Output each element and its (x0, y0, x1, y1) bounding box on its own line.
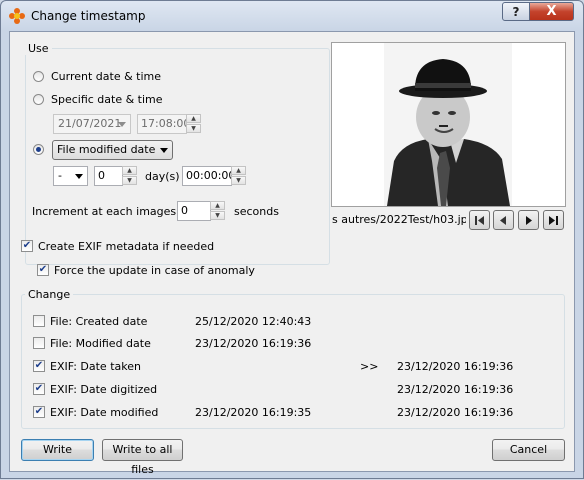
title-bar[interactable]: Change timestamp ? X (1, 1, 583, 31)
previous-icon (500, 216, 506, 225)
change-row-label: File: Modified date (50, 337, 151, 350)
exif-date-digitized-checkbox[interactable]: ✔ (33, 383, 45, 395)
radio-specific-label: Specific date & time (51, 93, 163, 106)
offset-time-field[interactable]: 00:00:00 (182, 166, 232, 186)
chevron-down-icon (118, 122, 126, 127)
change-row-label: EXIF: Date modified (50, 406, 159, 419)
nav-last-button[interactable] (543, 210, 564, 230)
change-row-current: 25/12/2020 12:40:43 (195, 315, 312, 328)
offset-time-stepper[interactable]: ▲ ▼ (231, 166, 246, 186)
force-update-checkbox[interactable]: ✔ (37, 264, 49, 276)
offset-days-field[interactable]: 0 (94, 166, 123, 186)
chevron-down-icon (75, 174, 83, 179)
increment-stepper[interactable]: ▲ ▼ (210, 201, 225, 221)
stepper-down-icon[interactable]: ▼ (122, 176, 137, 185)
specific-date-picker[interactable]: 21/07/2021 (53, 114, 131, 134)
last-icon (549, 216, 558, 225)
image-preview (331, 42, 566, 207)
created-date-checkbox[interactable] (33, 315, 45, 327)
change-row-new: 23/12/2020 16:19:36 (397, 406, 514, 419)
radio-specific-datetime[interactable] (33, 94, 44, 105)
chevron-down-icon (160, 148, 168, 153)
nav-next-button[interactable] (518, 210, 539, 230)
cancel-button[interactable]: Cancel (492, 439, 565, 461)
create-exif-checkbox[interactable]: ✔ (21, 240, 33, 252)
offset-sign-select[interactable]: - (53, 166, 88, 186)
dialog-window: Change timestamp ? X Use Current date & … (0, 0, 584, 479)
create-exif-label: Create EXIF metadata if needed (38, 240, 215, 253)
change-row-label: EXIF: Date digitized (50, 383, 158, 396)
stepper-up-icon[interactable]: ▲ (122, 166, 137, 175)
change-row-label: File: Created date (50, 315, 148, 328)
specific-date-value: 21/07/2021 (58, 117, 122, 130)
stepper-down-icon[interactable]: ▼ (186, 124, 201, 133)
radio-file-source[interactable] (33, 144, 44, 155)
use-group-title: Use (25, 42, 52, 55)
app-flower-icon (9, 8, 25, 24)
increment-label: Increment at each images by (32, 205, 194, 218)
next-icon (526, 216, 532, 225)
change-row-arrow: >> (360, 360, 379, 373)
change-row-new: 23/12/2020 16:19:36 (397, 383, 514, 396)
stepper-down-icon[interactable]: ▼ (231, 176, 246, 185)
first-icon (475, 216, 484, 225)
stepper-up-icon[interactable]: ▲ (186, 114, 201, 123)
write-button[interactable]: Write (21, 439, 94, 461)
source-select-value: File modified date (57, 143, 156, 156)
window-title: Change timestamp (31, 9, 146, 23)
force-update-label: Force the update in case of anomaly (54, 264, 255, 277)
change-row-label: EXIF: Date taken (50, 360, 141, 373)
radio-current-label: Current date & time (51, 70, 162, 83)
days-label: day(s) (145, 170, 180, 183)
exif-date-taken-checkbox[interactable]: ✔ (33, 360, 45, 372)
radio-current-datetime[interactable] (33, 71, 44, 82)
specific-time-field[interactable]: 17:08:00 (137, 114, 187, 134)
change-row-new: 23/12/2020 16:19:36 (397, 360, 514, 373)
stepper-down-icon[interactable]: ▼ (210, 211, 225, 220)
seconds-label: seconds (234, 205, 279, 218)
nav-first-button[interactable] (469, 210, 490, 230)
exif-date-modified-checkbox[interactable]: ✔ (33, 406, 45, 418)
close-button[interactable]: X (529, 2, 574, 21)
nav-prev-button[interactable] (493, 210, 514, 230)
dialog-client: Use Current date & time Specific date & … (9, 31, 575, 476)
change-row-current: 23/12/2020 16:19:36 (195, 337, 312, 350)
preview-path-field[interactable]: s autres/2022Test/h03.jpg (331, 211, 466, 231)
change-group-title: Change (25, 288, 74, 301)
stepper-up-icon[interactable]: ▲ (231, 166, 246, 175)
write-all-button[interactable]: Write to all files (102, 439, 183, 476)
offset-sign-value: - (58, 169, 62, 182)
specific-time-stepper[interactable]: ▲ ▼ (186, 114, 201, 134)
stepper-up-icon[interactable]: ▲ (210, 201, 225, 210)
modified-date-checkbox[interactable] (33, 337, 45, 349)
source-select[interactable]: File modified date (52, 140, 173, 160)
change-row-current: 23/12/2020 16:19:35 (195, 406, 312, 419)
preview-photo (384, 43, 512, 206)
offset-days-stepper[interactable]: ▲ ▼ (122, 166, 137, 186)
increment-field[interactable]: 0 (177, 201, 211, 221)
help-button[interactable]: ? (502, 2, 530, 21)
